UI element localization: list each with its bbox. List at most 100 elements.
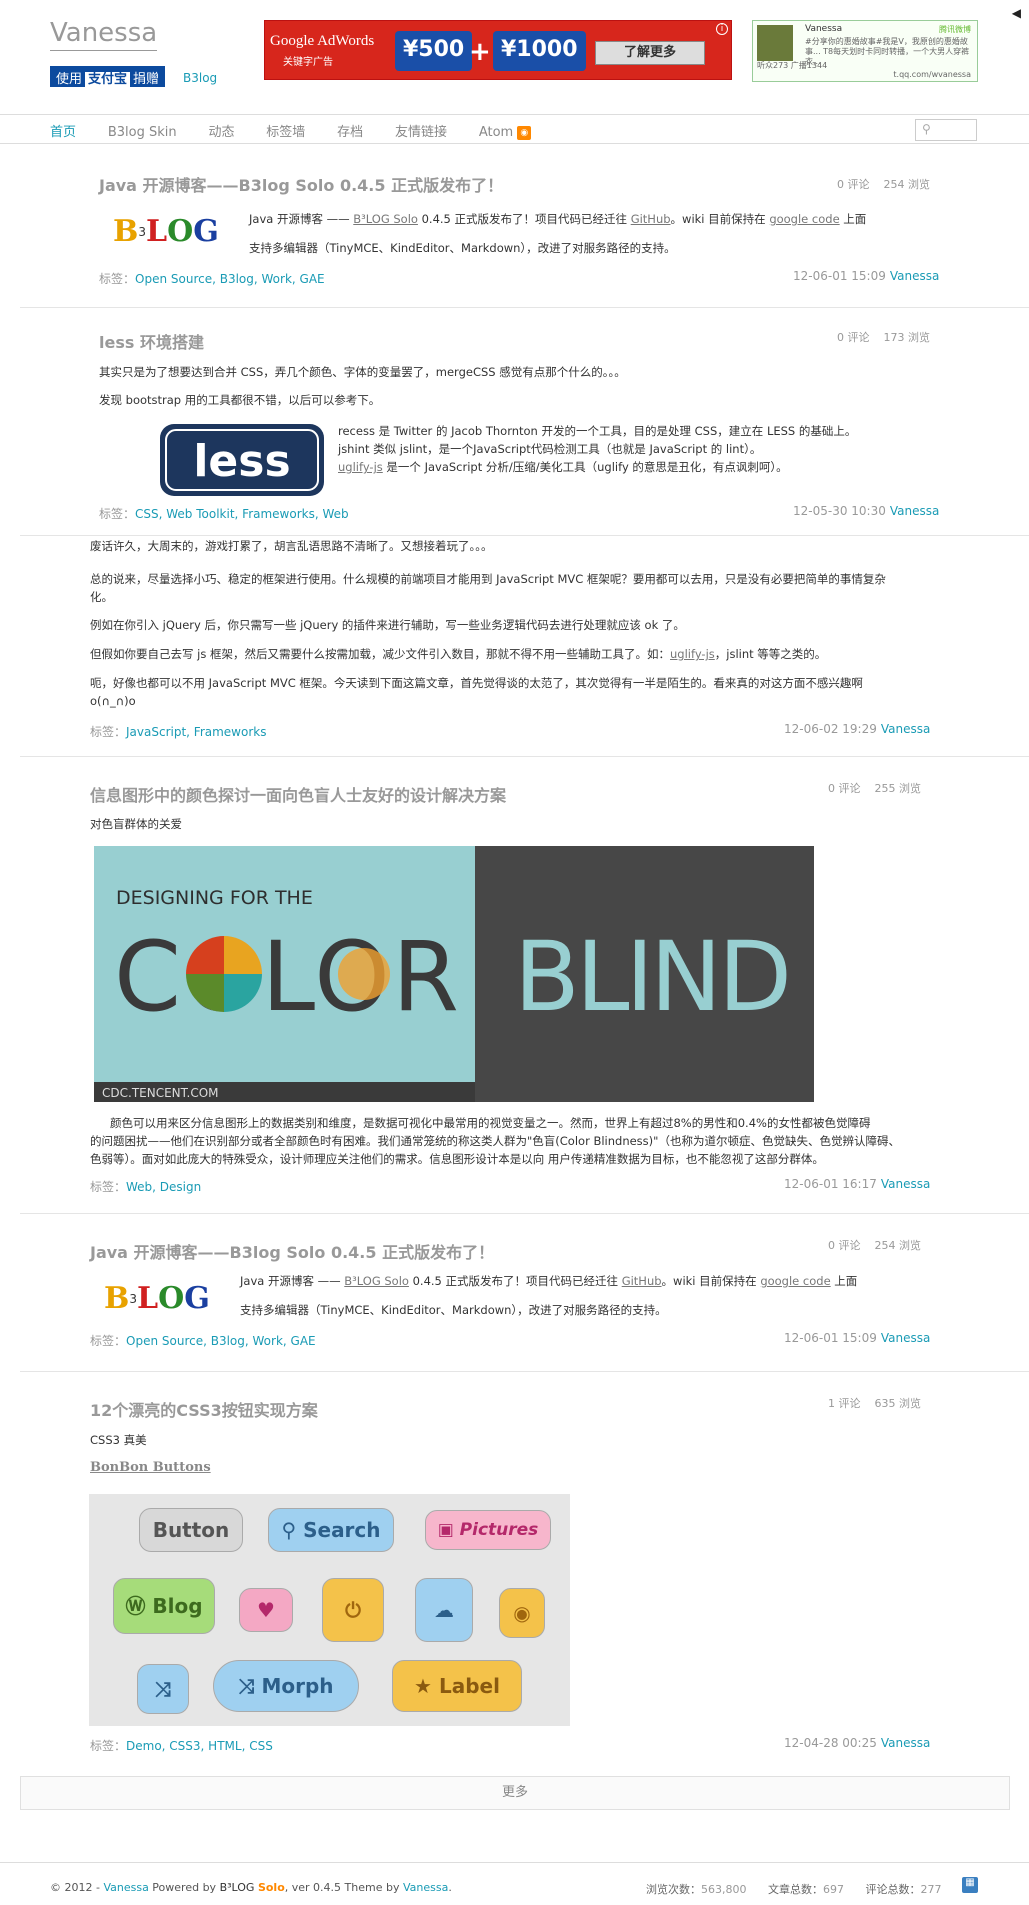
nav-item-dynamic[interactable]: 动态 [208,121,234,140]
post-title[interactable]: Java 开源博客——B3log Solo 0.4.5 正式版发布了！ [90,1239,494,1263]
post-b3log-solo-2: Java 开源博客——B3log Solo 0.4.5 正式版发布了！ 0 评论… [20,1215,1029,1372]
post-tags: 标签：Open Source, B3log, Work, GAE [90,1332,316,1349]
post-title[interactable]: 信息图形中的颜色探讨一面向色盲人士友好的设计解决方案 [90,782,506,806]
uglify-js-link[interactable]: uglify-js [670,647,715,661]
post-line-2: 支持多编辑器（TinyMCE、KindEditor、Markdown），改进了对… [249,241,676,255]
nav-item-tag-wall[interactable]: 标签墙 [266,121,305,140]
bonbon-morph-label: Morph [261,1674,334,1698]
post-date-text: 12-06-01 15:09 [784,1331,877,1345]
tags-label: 标签： [90,1334,127,1348]
stat-comments-label: 评论总数： [865,1883,921,1896]
nav-item-links[interactable]: 友情链接 [395,121,447,140]
img-top-text: DESIGNING FOR THE [116,887,313,909]
rss-icon: ◉ [499,1588,545,1638]
stat-articles-value: 697 [823,1883,844,1896]
post-date-text: 12-06-01 15:09 [793,269,886,283]
tag-links[interactable]: CSS, Web Toolkit, Frameworks, Web [135,507,349,521]
footer: © 2012 - Vanessa Powered by B³LOG Solo, … [0,1862,1029,1905]
search-input[interactable]: ⚲ [915,119,977,141]
alipay-donate-button[interactable]: 使用 支付宝 捐赠 [50,66,166,87]
shuffle-icon: ⤨ [137,1664,189,1714]
ad-coin-500: ¥500 [395,31,473,71]
bonbon-blog-button: Ⓦ Blog [113,1578,215,1634]
uglify-js-link[interactable]: uglify-js [338,460,383,474]
rss-icon: ◉ [517,125,532,140]
less-logo-svg: less [160,424,324,496]
post-body: 的问题困扰——他们在识别部分或者全部颜色时有困难。我们通常笼统的称这类人群为"色… [90,1134,900,1148]
github-link[interactable]: GitHub [622,1274,662,1288]
post-date: 12-04-28 00:25 Vanessa [784,1736,930,1750]
comment-count[interactable]: 0 评论 [828,1239,861,1252]
post-author[interactable]: Vanessa [881,1736,930,1750]
weibo-url[interactable]: t.qq.com/wvanessa [893,70,971,79]
post-author[interactable]: Vanessa [881,722,930,736]
tag-links[interactable]: Web, Design [126,1180,201,1194]
view-count: 254 浏览 [883,178,931,191]
tags-label: 标签： [90,1180,127,1194]
alipay-post: 捐赠 [133,72,160,87]
google-code-link[interactable]: google code [760,1274,830,1288]
comment-count[interactable]: 0 评论 [837,331,870,344]
tag-links[interactable]: Demo, CSS3, HTML, CSS [126,1739,273,1753]
alipay-brand: 支付宝 [85,72,131,87]
tag-links[interactable]: JavaScript, Frameworks [126,725,266,739]
comment-count[interactable]: 0 评论 [828,782,861,795]
post-author[interactable]: Vanessa [890,269,939,283]
post-title[interactable]: Java 开源博客——B3log Solo 0.4.5 正式版发布了！ [99,172,503,196]
load-more-button[interactable]: 更多 [20,1776,1010,1810]
footer-theme-author-link[interactable]: Vanessa [403,1881,448,1894]
nav-item-home[interactable]: 首页 [50,121,76,140]
post-js-mvc: 废话许久，大周末的，游戏打累了，胡言乱语思路不清晰了。又想接着玩了。。。 总的说… [20,537,1029,757]
post-paragraph: o(∩_∩)o [90,694,136,708]
post-title[interactable]: less 环境搭建 [99,329,204,353]
nav-item-archive[interactable]: 存档 [337,121,363,140]
adwords-banner[interactable]: Google AdWords 关键字广告 ¥500 + ¥1000 了解更多 i [264,20,732,80]
bonbon-buttons-link[interactable]: BonBon Buttons [90,1460,211,1475]
post-body-text: 颜色可以用来区分信息图形上的数据类别和维度，是数据可视化中最常用的视觉变量之一。… [110,1116,871,1130]
view-count: 255 浏览 [874,782,922,795]
stat-comments-value: 277 [920,1883,942,1896]
post-line-1-c: 。wiki 目前保持在 [661,1274,761,1288]
wordpress-icon: Ⓦ [125,1594,153,1618]
tag-links[interactable]: Open Source, B3log, Work, GAE [135,272,325,286]
site-logo[interactable]: Vanessa [50,18,158,51]
google-code-link[interactable]: google code [769,212,839,226]
nav-item-atom[interactable]: Atom ◉ [479,125,532,140]
weibo-widget[interactable]: Vanessa 腾讯微博 #分享你的惠婚故事#我是V，我原创的惠婚故事... T… [752,20,978,82]
post-subtitle: CSS3 真美 [90,1433,147,1447]
post-author[interactable]: Vanessa [890,504,939,518]
tag-links[interactable]: Open Source, B3log, Work, GAE [126,1334,316,1348]
github-link[interactable]: GitHub [631,212,671,226]
comment-count[interactable]: 0 评论 [837,178,870,191]
post-tags: 标签：Demo, CSS3, HTML, CSS [90,1737,273,1754]
ad-info-icon[interactable]: i [716,23,728,35]
view-count: 173 浏览 [883,331,931,344]
post-author[interactable]: Vanessa [881,1177,930,1191]
nav-item-b3log-skin[interactable]: B3log Skin [108,125,177,140]
alipay-pre: 使用 [56,72,83,87]
b3log-link[interactable]: B3log [183,71,217,85]
collapse-arrow-icon[interactable]: ◀ [1012,6,1021,20]
footer-author-link[interactable]: Vanessa [103,1881,148,1894]
stat-articles: 文章总数：697 [768,1883,844,1896]
qr-code-icon[interactable]: ▦ [962,1877,978,1893]
footer-b3log-link[interactable]: B³LOG [220,1881,255,1894]
post-line-1-a: Java 开源博客 —— [249,212,354,226]
weibo-text: #分享你的惠婚故事#我是V，我原创的惠婚故事... T8每天划时卡同时转播，一个… [805,37,970,66]
post-line-1-d: 上面 [839,212,867,226]
post-line-1: Java 开源博客 —— B³LOG Solo 0.4.5 正式版发布了！项目代… [240,1272,857,1291]
comment-count[interactable]: 1 评论 [828,1397,861,1410]
ad-learn-more-button[interactable]: 了解更多 [595,41,705,65]
ad-coin-1000: ¥1000 [493,31,586,71]
less-logo-text: less [193,436,290,487]
power-icon: ⏻ [322,1578,384,1642]
post-author[interactable]: Vanessa [881,1331,930,1345]
footer-solo-link[interactable]: Solo [258,1881,285,1894]
post-title[interactable]: 12个漂亮的CSS3按钮实现方案 [90,1397,318,1421]
post-meta: 0 评论 173 浏览 [837,329,930,345]
post-date: 12-06-01 16:17 Vanessa [784,1177,930,1191]
b3log-logo-image: B3LOG [104,1281,210,1316]
b3log-solo-link[interactable]: B³LOG Solo [344,1274,409,1288]
b3log-solo-link[interactable]: B³LOG Solo [353,212,418,226]
post-meta: 1 评论 635 浏览 [828,1395,921,1411]
